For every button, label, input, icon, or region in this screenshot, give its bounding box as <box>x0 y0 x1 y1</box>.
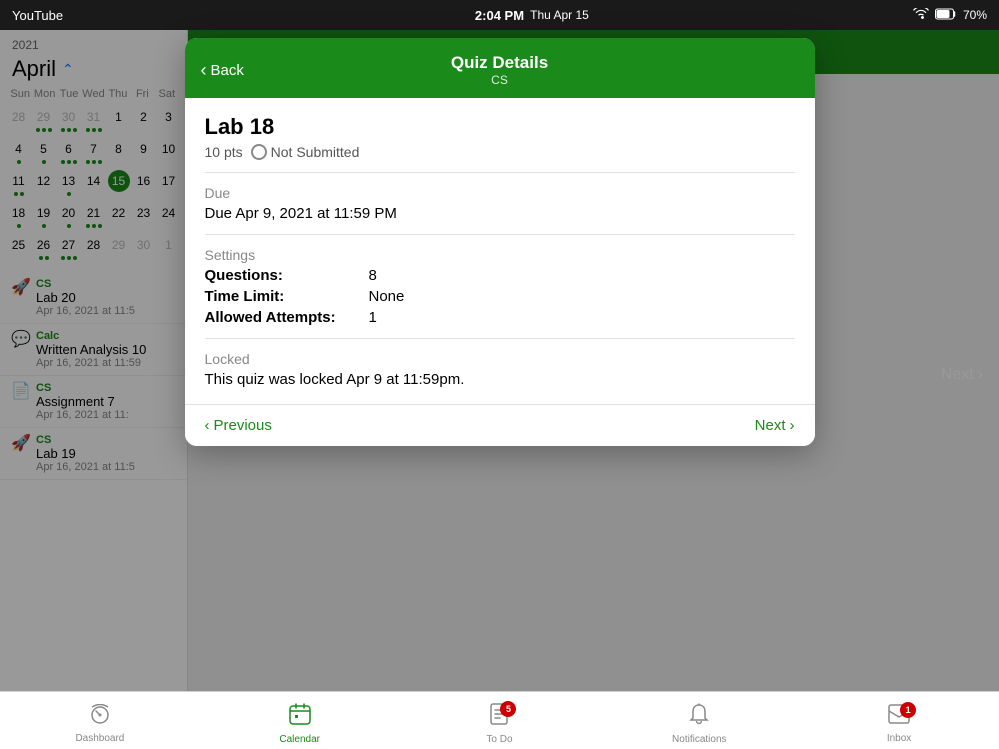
back-label: Back <box>211 62 244 79</box>
settings-table: Questions: 8 Time Limit: None Allowed At… <box>205 267 795 326</box>
battery-pct: 70% <box>963 8 987 22</box>
divider-3 <box>205 338 795 339</box>
tab-inbox[interactable]: 1 Inbox <box>799 698 999 744</box>
settings-section-label: Settings <box>205 247 795 263</box>
modal-subtitle: CS <box>185 73 815 87</box>
previous-label: Previous <box>214 417 272 434</box>
back-chevron-icon: ‹ <box>201 60 207 81</box>
allowed-attempts-label: Allowed Attempts: <box>205 309 365 326</box>
back-button[interactable]: ‹ Back <box>201 60 244 81</box>
assignment-title: Lab 18 <box>205 114 795 140</box>
tab-dashboard-label: Dashboard <box>75 733 124 744</box>
status-label: Not Submitted <box>271 144 360 160</box>
tab-todo[interactable]: 5 To Do <box>400 697 600 745</box>
status-bar-right: 70% <box>913 8 987 23</box>
battery-icon <box>935 8 957 23</box>
tab-inbox-label: Inbox <box>887 733 911 744</box>
tab-bar: Dashboard Calendar 5 To Do <box>0 691 999 749</box>
tab-calendar[interactable]: Calendar <box>200 697 400 745</box>
tab-notifications[interactable]: Notifications <box>599 697 799 745</box>
questions-value: 8 <box>369 267 377 284</box>
status-badge: Not Submitted <box>251 144 360 160</box>
modal-title-block: Quiz Details CS <box>185 53 815 87</box>
inbox-badge: 1 <box>900 702 916 718</box>
calendar-icon <box>289 703 311 731</box>
modal-footer: ‹ Previous Next › <box>185 404 815 446</box>
questions-label: Questions: <box>205 267 365 284</box>
divider-1 <box>205 172 795 173</box>
time-limit-row: Time Limit: None <box>205 288 795 305</box>
previous-chevron-icon: ‹ <box>205 417 210 434</box>
app-name: YouTube <box>12 8 63 23</box>
locked-section-label: Locked <box>205 351 795 367</box>
points-value: 10 pts <box>205 144 243 160</box>
todo-badge: 5 <box>500 701 516 717</box>
status-bar: YouTube 2:04 PM Thu Apr 15 70% <box>0 0 999 30</box>
status-circle-icon <box>251 144 267 160</box>
questions-row: Questions: 8 <box>205 267 795 284</box>
next-chevron-icon: › <box>790 417 795 434</box>
allowed-attempts-row: Allowed Attempts: 1 <box>205 309 795 326</box>
dashboard-icon <box>89 704 111 730</box>
divider-2 <box>205 234 795 235</box>
wifi-icon <box>913 8 929 23</box>
tab-calendar-label: Calendar <box>279 734 320 745</box>
tab-todo-label: To Do <box>486 734 512 745</box>
status-date: Thu Apr 15 <box>530 8 589 22</box>
status-bar-left: YouTube <box>12 8 63 23</box>
tab-dashboard[interactable]: Dashboard <box>0 698 200 744</box>
allowed-attempts-value: 1 <box>369 309 377 326</box>
points-row: 10 pts Not Submitted <box>205 144 795 160</box>
modal-title: Quiz Details <box>185 53 815 73</box>
status-time: 2:04 PM <box>475 8 524 23</box>
modal-body: Lab 18 10 pts Not Submitted Due Due Apr … <box>185 98 815 404</box>
next-button[interactable]: Next › <box>755 417 795 434</box>
next-label: Next <box>755 417 786 434</box>
previous-button[interactable]: ‹ Previous <box>205 417 272 434</box>
due-section-label: Due <box>205 185 795 201</box>
locked-text: This quiz was locked Apr 9 at 11:59pm. <box>205 371 795 388</box>
due-value: Due Apr 9, 2021 at 11:59 PM <box>205 205 795 222</box>
tab-notifications-label: Notifications <box>672 734 726 745</box>
time-limit-value: None <box>369 288 405 305</box>
bell-icon <box>689 703 709 731</box>
inbox-icon: 1 <box>888 704 910 730</box>
quiz-details-modal: ‹ Back Quiz Details CS Lab 18 10 pts Not… <box>185 38 815 446</box>
modal-header: ‹ Back Quiz Details CS <box>185 38 815 98</box>
todo-icon: 5 <box>488 703 510 731</box>
modal-overlay: ‹ Back Quiz Details CS Lab 18 10 pts Not… <box>0 30 999 691</box>
time-limit-label: Time Limit: <box>205 288 365 305</box>
